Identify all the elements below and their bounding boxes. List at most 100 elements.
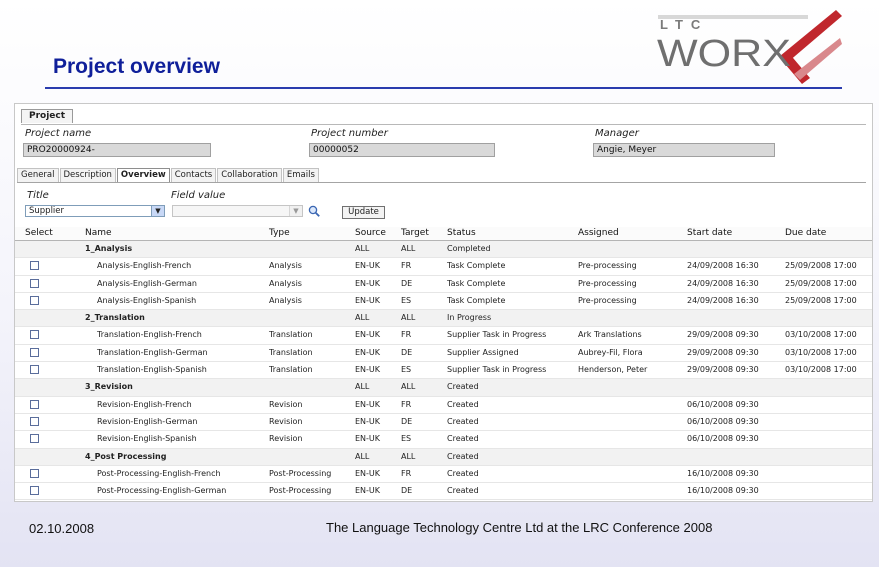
table-row[interactable]: Translation-English-German Translation EN-… [15, 345, 872, 363]
select-checkbox[interactable] [30, 330, 39, 340]
select-checkbox[interactable] [30, 468, 39, 478]
cell-name: Analysis-English-French [97, 261, 192, 271]
tab-emails[interactable]: Emails [282, 168, 319, 182]
table-row[interactable]: Analysis-English-German Analysis EN-UK DE Ta… [15, 276, 872, 293]
cell-due: 25/09/2008 17:00 [785, 295, 857, 305]
task-grid: 1_Analysis ALL ALL Completed Analysis-Englis… [15, 241, 872, 501]
cell-due: 03/10/2008 17:00 [785, 347, 857, 357]
cell-name: Analysis-English-Spanish [97, 295, 197, 305]
column-header-target[interactable]: Target [401, 228, 429, 238]
cell-start: 24/09/2008 16:30 [687, 261, 759, 271]
cell-start: 29/09/2008 09:30 [687, 347, 759, 357]
cell-name: Translation-English-German [97, 347, 208, 357]
group-row[interactable]: 2_Translation ALL ALL In Progress [15, 310, 872, 328]
cell-due: 25/09/2008 17:00 [785, 261, 857, 271]
cell-target: FR [401, 261, 412, 271]
cell-type: Translation [269, 347, 313, 357]
table-row[interactable]: Post-Processing-English-SpanishPost-Proc… [15, 500, 872, 501]
cell-due: 03/10/2008 17:00 [785, 365, 857, 375]
column-header-select[interactable]: Select [25, 228, 53, 238]
select-checkbox[interactable] [30, 347, 39, 357]
select-checkbox[interactable] [30, 434, 39, 444]
column-header-name[interactable]: Name [85, 228, 112, 238]
cell-assigned: Pre-processing [578, 295, 637, 305]
cell-target: DE [401, 416, 413, 426]
group-row[interactable]: 3_Revision ALL ALL Created [15, 379, 872, 397]
cell-status: Created [447, 399, 479, 409]
tab-description[interactable]: Description [59, 168, 116, 182]
logo-ltc-text: LTC [660, 17, 708, 32]
select-checkbox[interactable] [30, 365, 39, 375]
select-checkbox[interactable] [30, 399, 39, 409]
field-value-select[interactable]: ▼ [172, 205, 303, 217]
column-header-status[interactable]: Status [447, 228, 476, 238]
cell-name: 3_Revision [85, 382, 133, 392]
cell-assigned: Pre-processing [578, 278, 637, 288]
select-checkbox[interactable] [30, 416, 39, 426]
cell-source: EN-UK [355, 416, 381, 426]
cell-name: 4_Post Processing [85, 451, 167, 461]
project-number-label: Project number [311, 128, 388, 139]
cell-status: Created [447, 486, 479, 496]
table-row[interactable]: Translation-English-Spanish Translation EN… [15, 362, 872, 380]
select-checkbox[interactable] [30, 278, 39, 288]
cell-start: 16/10/2008 09:30 [687, 486, 759, 496]
cell-start: 24/09/2008 16:30 [687, 295, 759, 305]
cell-target: FR [401, 330, 412, 340]
cell-source: EN-UK [355, 347, 381, 357]
chevron-down-icon[interactable]: ▼ [151, 206, 164, 216]
cell-status: Created [447, 416, 479, 426]
tab-contacts[interactable]: Contacts [170, 168, 217, 182]
table-row[interactable]: Post-Processing-English-French Post-Proce… [15, 466, 872, 484]
select-checkbox[interactable] [30, 295, 39, 305]
cell-type: Revision [269, 399, 303, 409]
table-row[interactable]: Revision-English-French Revision EN-UK FR Cr… [15, 397, 872, 414]
cell-source: EN-UK [355, 434, 381, 444]
project-name-field[interactable]: PRO20000924- [23, 143, 211, 157]
search-icon[interactable] [308, 205, 320, 217]
table-row[interactable]: Revision-English-Spanish Revision EN-UK ES C… [15, 431, 872, 449]
table-row[interactable]: Analysis-English-French Analysis EN-UK FR Ta… [15, 258, 872, 276]
select-checkbox[interactable] [30, 486, 39, 496]
cell-status: Created [447, 468, 479, 478]
table-row[interactable]: Post-Processing-English-German Post-Proce… [15, 483, 872, 501]
cell-target: DE [401, 347, 413, 357]
cell-type: Translation [269, 330, 313, 340]
cell-target: DE [401, 278, 413, 288]
tab-collaboration[interactable]: Collaboration [217, 168, 282, 182]
table-row[interactable]: Analysis-English-Spanish Analysis EN-UK ES T… [15, 293, 872, 311]
cell-target: ALL [401, 451, 416, 461]
cell-source: ALL [355, 244, 370, 253]
title-select-value: Supplier [29, 206, 65, 216]
cell-source: ALL [355, 382, 370, 392]
cell-status: Created [447, 451, 479, 461]
cell-source: EN-UK [355, 295, 381, 305]
logo-worx-text: WORX [657, 33, 791, 75]
update-button[interactable]: Update [342, 206, 385, 219]
footer-date: 02.10.2008 [29, 521, 95, 536]
project-number-field[interactable]: 00000052 [309, 143, 495, 157]
table-row[interactable]: Revision-English-German Revision EN-UK DE Cr… [15, 414, 872, 432]
cell-status: In Progress [447, 313, 492, 323]
chevron-down-icon[interactable]: ▼ [289, 206, 302, 216]
select-checkbox[interactable] [30, 261, 39, 271]
column-header-source[interactable]: Source [355, 228, 386, 238]
cell-source: ALL [355, 313, 370, 323]
column-header-assigned[interactable]: Assigned [578, 228, 619, 238]
title-divider [45, 87, 842, 89]
column-header-due-date[interactable]: Due date [785, 228, 826, 238]
cell-target: FR [401, 468, 412, 478]
group-row[interactable]: 4_Post Processing ALL ALL Created [15, 448, 872, 466]
column-header-type[interactable]: Type [269, 228, 290, 238]
cell-target: DE [401, 486, 413, 496]
title-select[interactable]: Supplier ▼ [25, 205, 165, 217]
cell-target: ALL [401, 244, 416, 253]
table-row[interactable]: Translation-English-French Translation EN-… [15, 327, 872, 345]
manager-field[interactable]: Angie, Meyer [593, 143, 775, 157]
project-overview-window: Project Project name PRO20000924- Projec… [14, 103, 873, 502]
tab-overview[interactable]: Overview [116, 168, 170, 182]
group-row[interactable]: 1_Analysis ALL ALL Completed [15, 241, 872, 259]
tab-general[interactable]: General [17, 168, 59, 182]
column-header-start-date[interactable]: Start date [687, 228, 732, 238]
cell-name: Analysis-English-German [97, 278, 197, 288]
